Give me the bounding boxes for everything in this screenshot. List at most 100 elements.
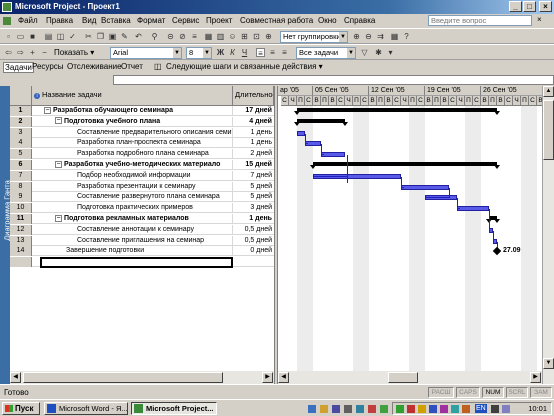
- scroll-left-icon[interactable]: ◀: [278, 372, 289, 383]
- row-id[interactable]: 5: [10, 149, 32, 160]
- collapse-toggle-icon[interactable]: −: [55, 214, 62, 222]
- start-button[interactable]: Пуск: [2, 402, 40, 415]
- column-header-name[interactable]: i Название задачи: [32, 86, 233, 106]
- close-button[interactable]: ×: [539, 1, 552, 12]
- guide-report[interactable]: Отчет: [121, 62, 143, 71]
- align-left-icon[interactable]: ≡: [256, 48, 265, 58]
- task-name[interactable]: Подбор необходимой информации: [40, 170, 233, 181]
- table-row[interactable]: 7 Подбор необходимой информации 7 дней: [10, 170, 274, 181]
- project-app-icon[interactable]: [2, 2, 12, 12]
- task-bar[interactable]: [401, 184, 449, 190]
- task-duration[interactable]: 15 дней: [233, 160, 274, 170]
- row-id[interactable]: 7: [10, 170, 32, 181]
- language-indicator[interactable]: EN: [475, 404, 487, 413]
- link-tasks-icon[interactable]: ⊝: [166, 32, 175, 41]
- quicklaunch-media-icon[interactable]: [332, 405, 340, 413]
- size-select[interactable]: 8 ▼: [186, 47, 212, 59]
- table-row[interactable]: 11− Подготовка рекламных материалов 1 день: [10, 214, 274, 224]
- new-icon[interactable]: ▫: [4, 32, 13, 41]
- table-row[interactable]: 12 Составление аннотации к семинару 0,5 дн…: [10, 224, 274, 235]
- row-id[interactable]: 1: [10, 106, 32, 116]
- guide-tracking[interactable]: Отслеживание: [67, 62, 122, 71]
- menu-project[interactable]: Проект: [206, 16, 232, 25]
- task-name[interactable]: Подготовка практических примеров: [40, 203, 233, 214]
- format-painter-icon[interactable]: ✎: [120, 32, 129, 41]
- spelling-icon[interactable]: ✓: [68, 32, 77, 41]
- ask-question-input[interactable]: Введите вопрос: [428, 15, 532, 26]
- document-icon[interactable]: [3, 17, 11, 25]
- collapse-toggle-icon[interactable]: −: [55, 160, 62, 168]
- row-id[interactable]: 10: [10, 203, 32, 214]
- next-steps-menu[interactable]: Следующие шаги и связанные действия ▾: [166, 62, 323, 71]
- hide-subtasks-icon[interactable]: −: [40, 48, 49, 57]
- task-duration[interactable]: 17 дней: [233, 106, 274, 116]
- maximize-button[interactable]: □: [523, 1, 536, 12]
- copy-picture-wizard-icon[interactable]: ▦: [390, 32, 399, 41]
- italic-button[interactable]: К: [228, 48, 237, 57]
- collapse-toggle-icon[interactable]: −: [44, 106, 51, 114]
- menu-insert[interactable]: Вставка: [101, 16, 131, 25]
- task-bar[interactable]: [457, 206, 489, 212]
- row-id[interactable]: 13: [10, 235, 32, 246]
- task-name[interactable]: − Разработка учебно-методических материал…: [40, 160, 233, 170]
- goto-task-icon[interactable]: ⇉: [376, 32, 385, 41]
- table-row[interactable]: 4 Разработка план-проспекта семинара 1 ден…: [10, 138, 274, 149]
- zoom-in-icon[interactable]: ⊕: [352, 32, 361, 41]
- summary-bar[interactable]: [294, 108, 500, 115]
- task-duration[interactable]: 4 дней: [233, 117, 274, 127]
- task-duration[interactable]: 0,5 дней: [233, 236, 274, 246]
- task-duration[interactable]: 1 день: [233, 214, 274, 224]
- scroll-left-icon[interactable]: ◀: [10, 372, 21, 383]
- tray-icon[interactable]: [407, 405, 415, 413]
- outdent-icon[interactable]: ⇦: [4, 48, 13, 57]
- taskbar-word[interactable]: Microsoft Word - Я...: [44, 402, 128, 415]
- copy-picture-icon[interactable]: ⊡: [252, 32, 261, 41]
- font-select[interactable]: Arial ▼: [110, 47, 182, 59]
- scroll-down-icon[interactable]: ▼: [543, 358, 554, 369]
- task-duration[interactable]: 1 день: [233, 138, 274, 148]
- task-bar[interactable]: [321, 152, 345, 158]
- open-icon[interactable]: ▭: [16, 32, 25, 41]
- chart-horizontal-scrollbar[interactable]: ◀ ▶: [278, 371, 542, 384]
- task-name[interactable]: Разработка подробного плана семинара: [40, 149, 233, 160]
- row-id[interactable]: [10, 257, 32, 268]
- summary-bar[interactable]: [486, 216, 500, 223]
- task-duration[interactable]: 0 дней: [233, 246, 274, 256]
- tray-icon[interactable]: [462, 405, 470, 413]
- table-row[interactable]: 9 Составление развернутого плана семинара…: [10, 192, 274, 203]
- row-id[interactable]: 2: [10, 116, 32, 127]
- show-subtasks-icon[interactable]: +: [28, 48, 37, 57]
- tray-icon[interactable]: [429, 405, 437, 413]
- scroll-thumb[interactable]: [543, 100, 554, 160]
- scroll-right-icon[interactable]: ▶: [530, 372, 541, 383]
- next-steps-icon[interactable]: ◫: [154, 62, 162, 71]
- filter-select[interactable]: Все задачи ▼: [296, 47, 356, 59]
- menu-help[interactable]: Справка: [344, 16, 375, 25]
- table-row[interactable]: 3 Составление предварительного описания с…: [10, 127, 274, 138]
- task-name[interactable]: Составление приглашения на семинар: [40, 235, 233, 246]
- taskbar-project[interactable]: Microsoft Project...: [131, 402, 217, 415]
- row-id[interactable]: 14: [10, 246, 32, 257]
- row-id[interactable]: 9: [10, 192, 32, 203]
- column-header-duration[interactable]: Длительность: [233, 86, 274, 106]
- task-duration[interactable]: 7 дней: [233, 171, 274, 181]
- menu-view[interactable]: Вид: [82, 16, 96, 25]
- collapse-toggle-icon[interactable]: −: [55, 117, 62, 125]
- task-name[interactable]: Составление развернутого плана семинара: [40, 192, 233, 203]
- minimize-button[interactable]: _: [509, 1, 522, 12]
- guide-resources[interactable]: Ресурсы: [32, 62, 64, 71]
- task-info-icon[interactable]: ▦: [204, 32, 213, 41]
- web-icon[interactable]: ⊕: [264, 32, 273, 41]
- autofilter-icon[interactable]: ▽: [360, 48, 369, 57]
- task-duration[interactable]: 1 день: [233, 128, 274, 138]
- paste-icon[interactable]: ▣: [108, 32, 117, 41]
- task-name-cell-selected[interactable]: [40, 257, 233, 269]
- table-row[interactable]: 2− Подготовка учебного плана 4 дней: [10, 116, 274, 127]
- quicklaunch-app-icon[interactable]: [380, 405, 388, 413]
- close-document-icon[interactable]: ×: [537, 15, 542, 24]
- task-duration[interactable]: 3 дней: [233, 203, 274, 213]
- insert-hyperlink-icon[interactable]: ⚲: [150, 32, 159, 41]
- row-id[interactable]: 3: [10, 127, 32, 138]
- task-bar[interactable]: [297, 130, 305, 136]
- table-row[interactable]: 6 − Разработка учебно-методических материа…: [10, 160, 274, 170]
